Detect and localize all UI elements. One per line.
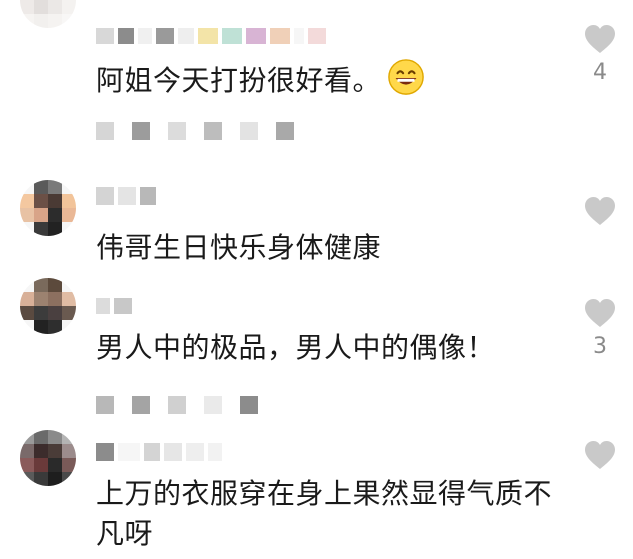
comment-text: 男人中的极品，男人中的偶像！ [96, 331, 496, 364]
collapsed-replies-pixelated[interactable] [96, 396, 258, 414]
comment-item-1: 阿姐今天打扮很好看。 4 [0, 0, 633, 120]
avatar[interactable] [20, 180, 76, 236]
comment-text: 伟哥生日快乐身体健康 [96, 231, 382, 264]
comment-item-3: 男人中的极品，男人中的偶像！ 3 [0, 278, 633, 388]
comment-text: 上万的衣服穿在身上果然显得气质不凡呀 [96, 477, 553, 550]
avatar[interactable] [20, 0, 76, 28]
like-button[interactable] [583, 196, 617, 232]
avatar[interactable] [20, 430, 76, 486]
heart-icon [585, 441, 615, 469]
grinning-face-emoji [388, 59, 424, 95]
like-button[interactable]: 4 [583, 24, 617, 85]
username-pixelated[interactable] [96, 296, 132, 316]
comment-text: 阿姐今天打扮很好看。 [96, 58, 576, 101]
username-pixelated[interactable] [96, 442, 222, 462]
like-count: 3 [593, 334, 607, 359]
comment-item-4: 上万的衣服穿在身上果然显得气质不凡呀 [0, 428, 633, 559]
heart-icon [585, 25, 615, 53]
like-button[interactable]: 3 [583, 298, 617, 359]
comment-item-2: 伟哥生日快乐身体健康 [0, 178, 633, 278]
like-count: 4 [593, 60, 607, 85]
heart-icon [585, 299, 615, 327]
collapsed-replies-pixelated[interactable] [96, 122, 294, 140]
username-pixelated[interactable] [96, 26, 326, 46]
avatar[interactable] [20, 278, 76, 334]
username-pixelated[interactable] [96, 186, 156, 206]
heart-icon [585, 197, 615, 225]
like-button[interactable] [583, 440, 617, 476]
